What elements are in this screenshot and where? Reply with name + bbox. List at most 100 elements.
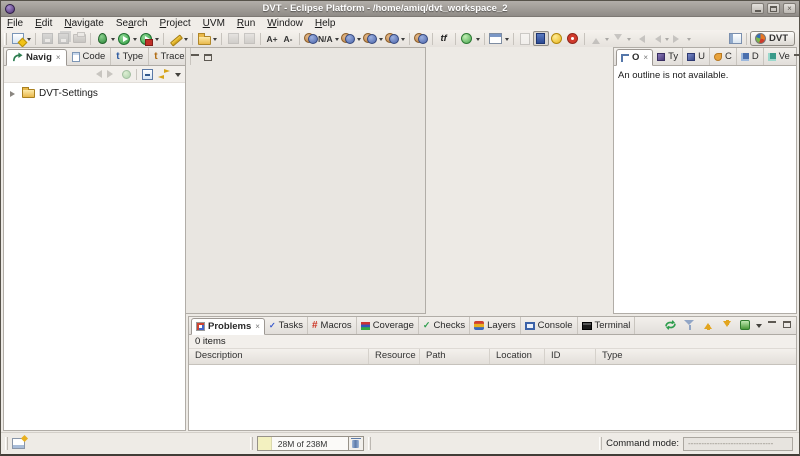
memory-monitor: 28M of 238M [257, 436, 364, 451]
menu-navigate[interactable]: Navigate [58, 18, 109, 29]
column-resource[interactable]: Resource [369, 349, 420, 364]
column-path[interactable]: Path [420, 349, 490, 364]
minimize-view-button[interactable] [768, 321, 777, 329]
menu-search[interactable]: Search [110, 18, 154, 29]
tree-item-dvt-settings[interactable]: DVT-Settings [8, 86, 185, 101]
tab-navig[interactable]: Navig × [6, 49, 67, 66]
tab-checks-view[interactable]: C [710, 48, 737, 65]
minimize-window-button[interactable] [751, 3, 764, 14]
column-location[interactable]: Location [490, 349, 545, 364]
maximize-view-button[interactable] [783, 321, 792, 329]
maximize-window-button[interactable] [767, 3, 780, 14]
waivers-button-1[interactable] [340, 31, 356, 46]
collapse-all-icon[interactable] [142, 69, 153, 80]
open-perspective-button[interactable] [727, 31, 743, 46]
open-folder-dropdown[interactable] [213, 38, 217, 43]
tab-terminal[interactable]: Terminal [578, 317, 636, 334]
font-increase-button[interactable]: A+ [264, 31, 280, 46]
scroll-down-icon[interactable] [721, 319, 734, 331]
filter-icon[interactable] [683, 319, 696, 331]
font-decrease-button[interactable]: A- [280, 31, 296, 46]
checks-view-icon [714, 53, 722, 61]
fast-view-icon[interactable] [12, 438, 25, 449]
view-menu-icon[interactable] [175, 73, 181, 80]
tab-code[interactable]: Code [67, 48, 112, 65]
prev-annotation-button [610, 31, 626, 46]
view-menu-icon[interactable] [756, 324, 762, 331]
tab-trace[interactable]: t Trace [149, 48, 190, 65]
tab-tasks[interactable]: ✓ Tasks [265, 317, 308, 334]
run-dropdown[interactable] [133, 38, 137, 43]
tab-design-hierarchy[interactable]: D [737, 48, 764, 65]
forward-button [670, 31, 686, 46]
command-mode-input[interactable]: -------------------------------- [683, 437, 793, 451]
highlight-toggle-button[interactable] [533, 31, 549, 46]
waivers-na-button[interactable]: N/A [303, 31, 334, 46]
close-tab-icon[interactable]: × [643, 53, 648, 62]
waivers-button-4[interactable] [413, 31, 429, 46]
tab-console[interactable]: Console [521, 317, 578, 334]
link-with-editor-icon[interactable] [158, 69, 170, 79]
scroll-up-icon[interactable] [702, 319, 715, 331]
minimize-view-button[interactable] [794, 54, 800, 62]
tab-coverage[interactable]: Coverage [357, 317, 419, 334]
waivers-dropdown-1[interactable] [357, 38, 361, 43]
menu-window[interactable]: Window [261, 18, 309, 29]
status-ball-button[interactable] [459, 31, 475, 46]
tab-types[interactable]: Ty [653, 48, 683, 65]
menu-file[interactable]: File [1, 18, 29, 29]
problems-table-body[interactable] [189, 366, 796, 430]
external-tools-button[interactable] [138, 31, 154, 46]
tab-problems[interactable]: Problems × [191, 318, 265, 335]
tab-uvm-browser[interactable]: U [683, 48, 710, 65]
expand-arrow-icon[interactable] [10, 91, 18, 97]
status-ball-dropdown[interactable] [476, 38, 480, 43]
close-tab-icon[interactable]: × [255, 322, 260, 331]
garbage-collect-button[interactable] [349, 436, 364, 451]
tab-type[interactable]: t Type [111, 48, 149, 65]
wand-dropdown[interactable] [184, 38, 188, 43]
maximize-view-button[interactable] [204, 54, 213, 62]
refresh-icon[interactable] [664, 319, 677, 331]
close-tab-icon[interactable]: × [56, 53, 61, 62]
navig-icon [12, 52, 23, 63]
minimize-view-button[interactable] [191, 54, 200, 62]
menu-help[interactable]: Help [309, 18, 342, 29]
tf-button[interactable]: tf [436, 31, 452, 46]
open-view-button[interactable] [488, 31, 504, 46]
menu-edit[interactable]: Edit [29, 18, 58, 29]
menu-run[interactable]: Run [231, 18, 261, 29]
new-wizard-button[interactable] [10, 31, 26, 46]
open-folder-button[interactable] [196, 31, 212, 46]
menu-uvm[interactable]: UVM [197, 18, 231, 29]
close-window-button[interactable]: × [783, 3, 796, 14]
tab-macros[interactable]: # Macros [308, 317, 357, 334]
debug-dropdown[interactable] [111, 38, 115, 43]
navigator-tabrow: Navig × Code t Type t Trace [4, 48, 185, 66]
waivers-na-dropdown[interactable] [335, 38, 339, 43]
expand-tree-icon[interactable] [740, 320, 750, 330]
dvt-perspective-button[interactable]: DVT [750, 31, 795, 46]
debug-button[interactable] [94, 31, 110, 46]
menu-project[interactable]: Project [154, 18, 197, 29]
tab-checks[interactable]: ✓ Checks [419, 317, 470, 334]
tab-verif-hierarchy[interactable]: Ve [764, 48, 794, 65]
external-tools-dropdown[interactable] [155, 38, 159, 43]
open-perspective-icon [729, 33, 742, 44]
column-id[interactable]: ID [545, 349, 596, 364]
waivers-dropdown-2[interactable] [379, 38, 383, 43]
tab-outline[interactable]: O × [616, 49, 653, 66]
waivers-button-2[interactable] [362, 31, 378, 46]
open-view-dropdown[interactable] [505, 38, 509, 43]
yellow-ball-button[interactable] [549, 31, 565, 46]
waivers-button-3[interactable] [384, 31, 400, 46]
column-description[interactable]: Description [189, 349, 369, 364]
run-button[interactable] [116, 31, 132, 46]
print-button [71, 31, 87, 46]
help-buoy-button[interactable] [565, 31, 581, 46]
wand-button[interactable] [167, 31, 183, 46]
waivers-dropdown-3[interactable] [401, 38, 405, 43]
column-type[interactable]: Type [596, 349, 796, 364]
tab-layers[interactable]: Layers [470, 317, 521, 334]
console-icon [525, 322, 535, 330]
